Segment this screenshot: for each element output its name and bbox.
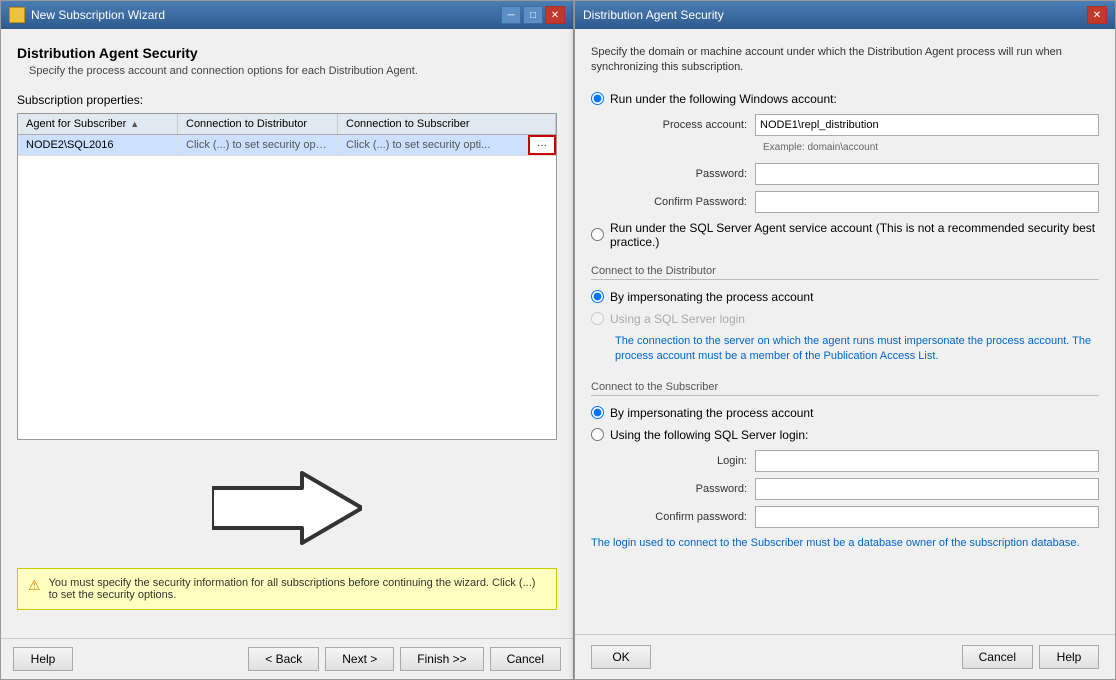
login-row: Login: — [615, 450, 1099, 472]
process-account-input[interactable] — [755, 114, 1099, 136]
minimize-button[interactable]: ─ — [501, 6, 521, 24]
subscription-table: Agent for Subscriber ▲ Connection to Dis… — [17, 113, 557, 440]
table-header: Agent for Subscriber ▲ Connection to Dis… — [18, 114, 556, 135]
finish-button[interactable]: Finish >> — [400, 647, 483, 671]
next-button[interactable]: Next > — [325, 647, 394, 671]
back-button[interactable]: < Back — [248, 647, 319, 671]
password-label: Password: — [615, 168, 755, 180]
left-panel: New Subscription Wizard ─ □ ✕ Distributi… — [0, 0, 574, 680]
sql-login-distributor-radio[interactable] — [591, 312, 604, 325]
security-options-button[interactable]: ··· — [528, 135, 556, 155]
subscriber-bottom-text: The login used to connect to the Subscri… — [591, 536, 1099, 551]
right-title-bar: Distribution Agent Security ✕ — [575, 1, 1115, 29]
process-account-form: Process account: Example: domain\account… — [615, 114, 1099, 213]
sql-login-distributor-label: Using a SQL Server login — [610, 312, 745, 326]
windows-account-radio-option[interactable]: Run under the following Windows account: — [591, 92, 1099, 106]
td-subscriber: Click (...) to set security opti... — [338, 135, 528, 155]
impersonate-distributor-radio[interactable] — [591, 290, 604, 303]
sql-login-distributor-option[interactable]: Using a SQL Server login — [591, 312, 1099, 326]
description-text: Specify the domain or machine account un… — [591, 45, 1099, 76]
td-agent: NODE2\SQL2016 — [18, 135, 178, 155]
th-agent: Agent for Subscriber ▲ — [18, 114, 178, 134]
warning-box: ⚠ You must specify the security informat… — [17, 568, 557, 610]
impersonate-subscriber-label: By impersonating the process account — [610, 406, 813, 420]
sql-agent-radio-option[interactable]: Run under the SQL Server Agent service a… — [591, 221, 1099, 249]
windows-account-label: Run under the following Windows account: — [610, 92, 837, 106]
subscriber-login-form: Login: Password: Confirm password: — [615, 450, 1099, 528]
arrow-indicator — [17, 468, 557, 548]
warning-icon: ⚠ — [28, 577, 41, 601]
sql-login-subscriber-radio[interactable] — [591, 428, 604, 441]
help-button[interactable]: Help — [13, 647, 73, 671]
right-arrow-svg — [212, 468, 362, 548]
process-account-hint: Example: domain\account — [763, 142, 1099, 153]
subscriber-confirm-input[interactable] — [755, 506, 1099, 528]
sort-arrow-icon: ▲ — [130, 119, 139, 129]
distributor-info-text: The connection to the server on which th… — [615, 334, 1099, 365]
confirm-password-input[interactable] — [755, 191, 1099, 213]
right-buttons: OK Cancel Help — [575, 634, 1115, 679]
right-content: Specify the domain or machine account un… — [575, 29, 1115, 634]
right-window-title: Distribution Agent Security — [583, 8, 724, 22]
process-account-label: Process account: — [615, 119, 755, 131]
password-input[interactable] — [755, 163, 1099, 185]
cancel-button-left[interactable]: Cancel — [490, 647, 561, 671]
right-panel: Distribution Agent Security ✕ Specify th… — [574, 0, 1116, 680]
password-row: Password: — [615, 163, 1099, 185]
connect-distributor-label: Connect to the Distributor — [591, 265, 1099, 280]
subscriber-password-label: Password: — [615, 483, 755, 495]
windows-account-radio[interactable] — [591, 92, 604, 105]
subscriber-password-row: Password: — [615, 478, 1099, 500]
subscription-props-label: Subscription properties: — [17, 93, 557, 107]
th-subscriber: Connection to Subscriber — [338, 114, 556, 134]
subscriber-confirm-row: Confirm password: — [615, 506, 1099, 528]
td-distributor: Click (...) to set security opti... — [178, 135, 338, 155]
help-button-right[interactable]: Help — [1039, 645, 1099, 669]
ok-button[interactable]: OK — [591, 645, 651, 669]
left-window-title: New Subscription Wizard — [31, 8, 165, 22]
process-account-row: Process account: — [615, 114, 1099, 136]
connect-subscriber-section: Connect to the Subscriber By impersonati… — [591, 381, 1099, 551]
close-button-right[interactable]: ✕ — [1087, 6, 1107, 24]
maximize-button[interactable]: □ — [523, 6, 543, 24]
sql-login-subscriber-label: Using the following SQL Server login: — [610, 428, 808, 442]
left-subheading: Specify the process account and connecti… — [17, 65, 557, 77]
confirm-password-label: Confirm Password: — [615, 196, 755, 208]
subscriber-confirm-label: Confirm password: — [615, 511, 755, 523]
left-heading: Distribution Agent Security — [17, 45, 557, 61]
wizard-icon — [9, 7, 25, 23]
subscriber-password-input[interactable] — [755, 478, 1099, 500]
impersonate-distributor-label: By impersonating the process account — [610, 290, 813, 304]
impersonate-distributor-option[interactable]: By impersonating the process account — [591, 290, 1099, 304]
impersonate-subscriber-radio[interactable] — [591, 406, 604, 419]
ellipsis-icon: ··· — [537, 140, 547, 151]
warning-text: You must specify the security informatio… — [49, 577, 546, 601]
windows-account-section: Run under the following Windows account:… — [591, 92, 1099, 249]
login-label: Login: — [615, 455, 755, 467]
th-distributor: Connection to Distributor — [178, 114, 338, 134]
left-title-bar: New Subscription Wizard ─ □ ✕ — [1, 1, 573, 29]
login-input[interactable] — [755, 450, 1099, 472]
table-row[interactable]: NODE2\SQL2016 Click (...) to set securit… — [18, 135, 556, 156]
close-button-left[interactable]: ✕ — [545, 6, 565, 24]
sql-login-subscriber-option[interactable]: Using the following SQL Server login: — [591, 428, 1099, 442]
cancel-button-right[interactable]: Cancel — [962, 645, 1033, 669]
left-panel-content: Distribution Agent Security Specify the … — [1, 29, 573, 638]
sql-agent-radio[interactable] — [591, 228, 604, 241]
impersonate-subscriber-option[interactable]: By impersonating the process account — [591, 406, 1099, 420]
connect-subscriber-label: Connect to the Subscriber — [591, 381, 1099, 396]
sql-agent-label: Run under the SQL Server Agent service a… — [610, 221, 1099, 249]
connect-distributor-section: Connect to the Distributor By impersonat… — [591, 265, 1099, 365]
wizard-buttons: Help < Back Next > Finish >> Cancel — [1, 638, 573, 679]
confirm-password-row: Confirm Password: — [615, 191, 1099, 213]
